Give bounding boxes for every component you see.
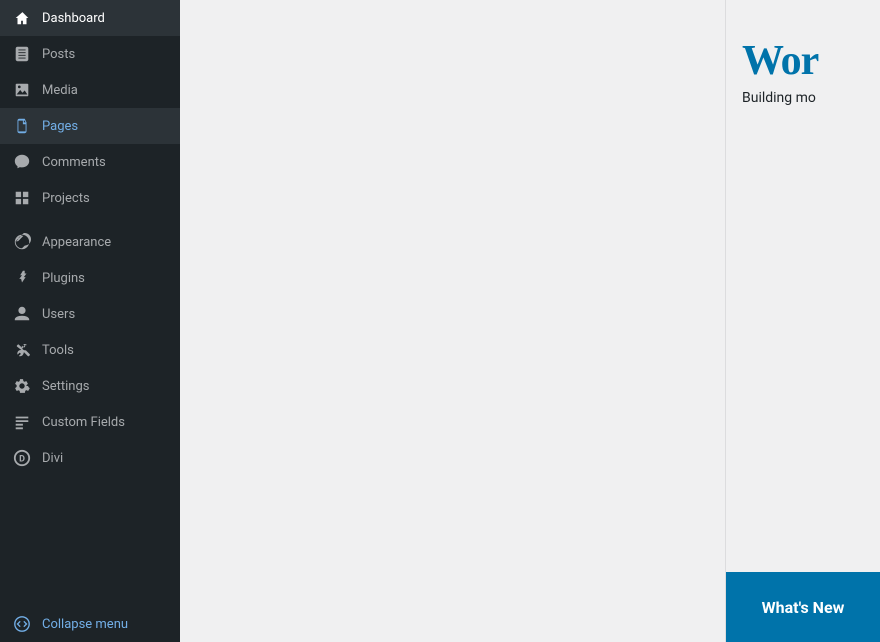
right-panel-top: Wor Building mo xyxy=(726,0,880,572)
posts-icon xyxy=(12,44,32,64)
media-icon xyxy=(12,80,32,100)
sidebar-label-settings: Settings xyxy=(42,379,89,394)
sidebar-label-plugins: Plugins xyxy=(42,271,85,286)
sidebar-item-settings[interactable]: Settings xyxy=(0,368,180,404)
sidebar-item-plugins[interactable]: Plugins xyxy=(0,260,180,296)
sidebar-item-posts[interactable]: Posts xyxy=(0,36,180,72)
appearance-icon xyxy=(12,232,32,252)
sidebar-label-projects: Projects xyxy=(42,191,90,206)
sidebar-item-comments[interactable]: Comments xyxy=(0,144,180,180)
sidebar: Dashboard Posts Media Pages Comments Pro… xyxy=(0,0,180,642)
sidebar-item-projects[interactable]: Projects xyxy=(0,180,180,216)
sidebar-label-appearance: Appearance xyxy=(42,235,111,250)
sidebar-item-custom-fields[interactable]: Custom Fields xyxy=(0,404,180,440)
whats-new-button[interactable]: What's New xyxy=(726,572,880,642)
sidebar-item-media[interactable]: Media xyxy=(0,72,180,108)
comments-icon xyxy=(12,152,32,172)
sidebar-label-custom-fields: Custom Fields xyxy=(42,415,125,430)
users-icon xyxy=(12,304,32,324)
sidebar-label-users: Users xyxy=(42,307,75,322)
sidebar-label-comments: Comments xyxy=(42,155,106,170)
svg-text:D: D xyxy=(19,455,25,465)
sidebar-item-users[interactable]: Users xyxy=(0,296,180,332)
sidebar-item-dashboard[interactable]: Dashboard xyxy=(0,0,180,36)
dashboard-icon xyxy=(12,8,32,28)
sidebar-item-pages[interactable]: Pages xyxy=(0,108,180,144)
right-panel-title: Wor xyxy=(726,0,880,82)
settings-icon xyxy=(12,376,32,396)
sidebar-item-divi[interactable]: D Divi xyxy=(0,440,180,476)
sidebar-label-pages: Pages xyxy=(42,119,78,134)
plugins-icon xyxy=(12,268,32,288)
main-content xyxy=(180,0,725,642)
sidebar-label-media: Media xyxy=(42,83,78,98)
collapse-label: Collapse menu xyxy=(42,617,128,632)
collapse-menu-button[interactable]: Collapse menu xyxy=(0,606,180,642)
sidebar-label-dashboard: Dashboard xyxy=(42,11,105,26)
sidebar-label-divi: Divi xyxy=(42,451,63,466)
right-panel-subtitle: Building mo xyxy=(726,82,880,114)
sidebar-item-tools[interactable]: Tools xyxy=(0,332,180,368)
right-panel: Wor Building mo What's New xyxy=(725,0,880,642)
sidebar-label-posts: Posts xyxy=(42,47,75,62)
divi-icon: D xyxy=(12,448,32,468)
collapse-icon xyxy=(12,614,32,634)
sidebar-label-tools: Tools xyxy=(42,343,74,358)
custom-fields-icon xyxy=(12,412,32,432)
tools-icon xyxy=(12,340,32,360)
pages-icon xyxy=(12,116,32,136)
projects-icon xyxy=(12,188,32,208)
sidebar-item-appearance[interactable]: Appearance xyxy=(0,224,180,260)
